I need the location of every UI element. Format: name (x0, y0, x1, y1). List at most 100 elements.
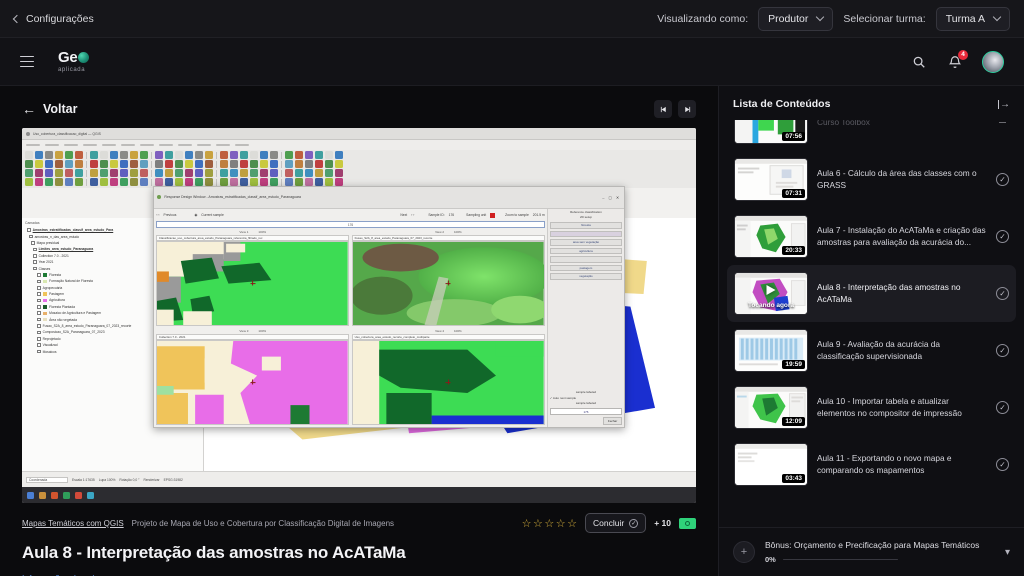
brand-logo[interactable]: Ge aplicada (58, 50, 90, 73)
layer-visibility-checkbox[interactable] (29, 234, 33, 239)
bonus-section[interactable]: + Bônus: Orçamento e Precificação para M… (719, 527, 1024, 576)
qgis-toolbar-icon[interactable] (100, 160, 108, 169)
layer-visibility-checkbox[interactable] (37, 285, 41, 290)
view-panel-1[interactable]: View 1 100% Classificacao_uso_cobertura_a… (156, 230, 350, 326)
qgis-toolbar-icon[interactable] (315, 178, 323, 187)
layer-visibility-checkbox[interactable] (33, 260, 37, 264)
layer-visibility-checkbox[interactable] (37, 305, 41, 309)
class-button-selected[interactable] (549, 230, 623, 238)
dialog-maximize-icon[interactable]: ◻ (609, 195, 612, 200)
back-button[interactable]: ← Voltar (22, 102, 78, 116)
dialog-close-button[interactable]: Fechar (602, 417, 623, 426)
qgis-toolbar-icon[interactable] (335, 178, 343, 187)
view-panel-3[interactable]: View 3 100% Collection 7.0 - 2021 (156, 329, 350, 426)
star-icon[interactable]: ☆ (522, 517, 532, 530)
lesson-thumbnail[interactable]: 20:33 (734, 215, 808, 258)
qgis-toolbar-icon[interactable] (130, 151, 138, 160)
lesson-completed-icon[interactable]: ✓ (996, 344, 1009, 357)
class-button-1[interactable]: area sem vegetação (549, 239, 623, 246)
qgis-toolbar-icon[interactable] (240, 169, 248, 178)
qgis-toolbar-icon[interactable] (155, 160, 163, 169)
lesson-list-item[interactable]: 20:33 Aula 7 - Instalação do AcATaMa e cr… (727, 208, 1016, 265)
qgis-toolbar-icon[interactable] (315, 169, 323, 178)
qgis-toolbar-icon[interactable] (195, 160, 203, 169)
qgis-toolbar-icon[interactable] (185, 169, 193, 178)
qgis-toolbar-icon[interactable] (240, 178, 248, 187)
qgis-toolbar-icon[interactable] (165, 160, 173, 169)
qgis-toolbar-icon[interactable] (315, 160, 323, 169)
qgis-toolbar-icon[interactable] (325, 160, 333, 169)
lesson-video-player[interactable]: Uso_cobertura_classificacao_digital — QG… (22, 128, 696, 504)
layer-visibility-checkbox[interactable] (37, 273, 41, 277)
qgis-toolbar-icon[interactable] (220, 151, 228, 160)
qgis-toolbar-icon[interactable] (65, 178, 73, 187)
qgis-toolbar-icon[interactable] (250, 160, 258, 169)
lesson-list-item[interactable]: 07:56 Curso Toolbox — (727, 120, 1016, 151)
layer-visibility-checkbox[interactable] (37, 330, 41, 335)
dialog-minimize-icon[interactable]: – (602, 195, 604, 200)
qgis-toolbar-icon[interactable] (195, 178, 203, 187)
qgis-toolbar-icon[interactable] (130, 169, 138, 178)
sample-labeled-input[interactable]: 176 (549, 408, 623, 416)
qgis-toolbar-icon[interactable] (175, 151, 183, 160)
lesson-thumbnail[interactable]: 19:59 (734, 329, 808, 372)
lesson-list[interactable]: 07:56 Curso Toolbox — 07:31 Aula 6 - Cálculo… (719, 120, 1024, 527)
layer-visibility-checkbox[interactable] (27, 228, 31, 232)
lesson-list-item[interactable]: 03:43 Aula 11 - Exportando o novo mapa e … (727, 436, 1016, 493)
dialog-next-button[interactable]: › › (411, 213, 414, 217)
layer-visibility-checkbox[interactable] (37, 324, 41, 328)
lesson-thumbnail[interactable]: 07:56 (734, 120, 808, 144)
qgis-toolbar-icon[interactable] (75, 178, 83, 187)
qgis-toolbar-icon[interactable] (220, 160, 228, 169)
qgis-toolbar-icon[interactable] (100, 178, 108, 187)
qgis-toolbar-icon[interactable] (140, 169, 148, 178)
acatama-response-design-dialog[interactable]: Response Design Window - Amostras_estrat… (153, 186, 626, 429)
qgis-toolbar-icon[interactable] (130, 178, 138, 187)
previous-lesson-button[interactable] (654, 100, 672, 118)
menu-toggle-icon[interactable] (20, 55, 34, 68)
qgis-toolbar-icon[interactable] (45, 160, 53, 169)
qgis-toolbar-icon[interactable] (35, 160, 43, 169)
view-2-map[interactable] (352, 240, 545, 326)
dialog-goto-input[interactable]: 176 (156, 221, 545, 229)
qgis-toolbar-icon[interactable] (120, 178, 128, 187)
class-button-blank[interactable] (549, 256, 623, 263)
qgis-toolbar-icon[interactable] (195, 151, 203, 160)
qgis-toolbar-icon[interactable] (260, 169, 268, 178)
star-icon[interactable]: ☆ (556, 517, 566, 530)
qgis-toolbar-icon[interactable] (285, 169, 293, 178)
qgis-toolbar-icon[interactable] (25, 169, 33, 178)
auto-next-checkbox[interactable]: ✓ Auto next sample (550, 396, 623, 401)
qgis-toolbar-icon[interactable] (240, 151, 248, 160)
qgis-toolbar-icon[interactable] (335, 160, 343, 169)
viewing-as-select[interactable]: Produtor (758, 6, 834, 31)
taskbar-icon-media[interactable] (75, 491, 82, 499)
qgis-toolbar-icon[interactable] (55, 151, 63, 160)
qgis-toolbar-icon[interactable] (205, 178, 213, 187)
qgis-toolbar-icon[interactable] (285, 160, 293, 169)
lesson-completed-icon[interactable]: ✓ (996, 230, 1009, 243)
breadcrumb-course-link[interactable]: Mapas Temáticos com QGIS (22, 519, 124, 528)
qgis-toolbar-icon[interactable] (205, 160, 213, 169)
qgis-toolbar-icon[interactable] (90, 151, 98, 160)
qgis-toolbar-icon[interactable] (120, 160, 128, 169)
qgis-toolbar-icon[interactable] (65, 169, 73, 178)
qgis-toolbar-icon[interactable] (140, 178, 148, 187)
avatar[interactable] (982, 50, 1004, 73)
class-button-0[interactable]: floresta (549, 222, 623, 229)
layer-combo-1[interactable]: Classificacao_uso_cobertura_area_estudo_… (159, 236, 263, 240)
layer-visibility-checkbox[interactable] (33, 253, 37, 258)
qgis-toolbar-icon[interactable] (260, 160, 268, 169)
qgis-toolbar-icon[interactable] (250, 178, 258, 187)
qgis-toolbar-icon[interactable] (175, 169, 183, 178)
dialog-current-radio[interactable]: ◉ (194, 213, 197, 217)
plus-icon[interactable]: + (733, 541, 755, 563)
qgis-toolbar-icon[interactable] (55, 160, 63, 169)
taskbar-icon-folder[interactable] (39, 491, 46, 499)
qgis-toolbar-icon[interactable] (120, 151, 128, 160)
dialog-setup-label[interactable]: 2D setup (550, 216, 623, 220)
class-select[interactable]: Turma A (935, 6, 1010, 31)
layer-visibility-checkbox[interactable] (37, 343, 41, 348)
dialog-prev-button[interactable]: ‹ ‹ (156, 213, 159, 217)
view-panel-4[interactable]: View 4 100% Uso_cobertura_area_estudo_rec… (352, 329, 545, 426)
